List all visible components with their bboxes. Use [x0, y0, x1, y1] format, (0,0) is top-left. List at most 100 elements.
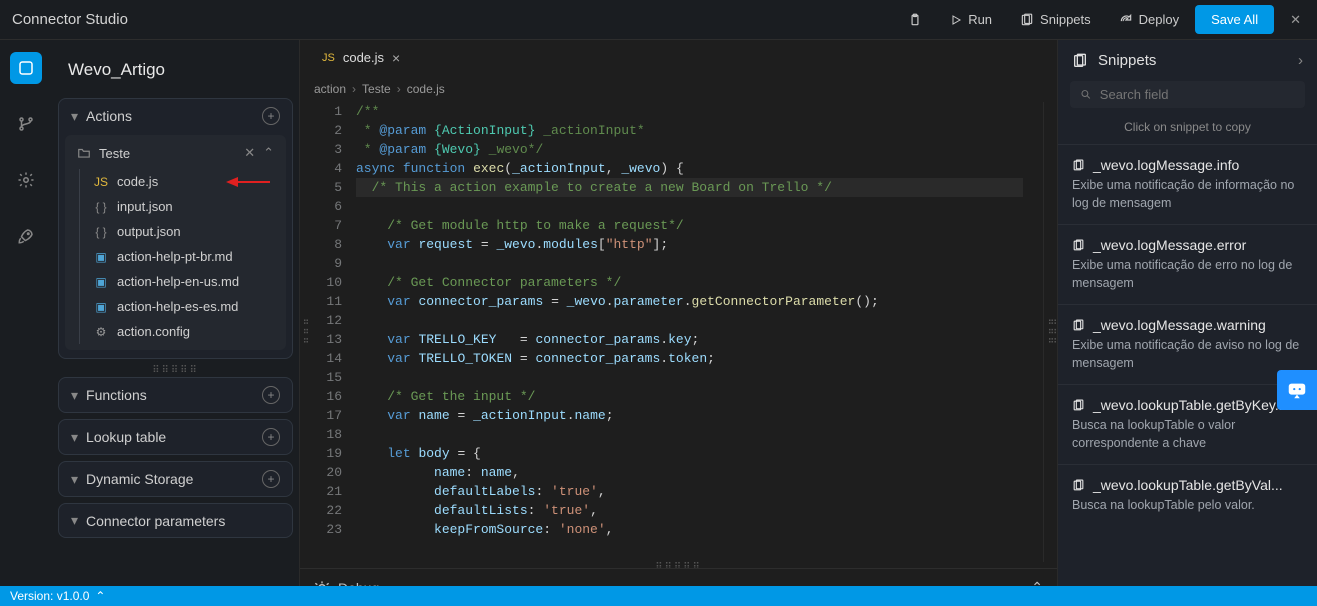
file-tree: JS code.js { } input.json { } output.json ▣ act…	[71, 167, 280, 344]
file-name: input.json	[117, 199, 173, 214]
file-name: action.config	[117, 324, 190, 339]
snippet-title: _wevo.lookupTable.getByVal...	[1093, 477, 1283, 493]
file-item[interactable]: { } output.json	[71, 219, 280, 244]
chevron-right-icon[interactable]: ›	[1298, 52, 1303, 69]
panel-conn-params-header[interactable]: ▾ Connector parameters	[59, 504, 292, 537]
git-branch-icon	[17, 115, 35, 133]
project-name: Wevo_Artigo	[58, 48, 293, 92]
tab-code-js[interactable]: JS code.js ×	[308, 40, 414, 76]
right-gutter-handle[interactable]: ⠿⠿⠿	[1043, 102, 1057, 562]
tab-label: code.js	[343, 50, 384, 65]
snippets-button[interactable]: Snippets	[1008, 6, 1103, 33]
tab-close-icon[interactable]: ×	[392, 50, 400, 66]
clipboard-icon	[908, 13, 922, 27]
collapse-action-icon[interactable]: ⌃	[263, 145, 274, 161]
action-card-header[interactable]: Teste ✕ ⌃	[71, 139, 280, 167]
breadcrumb-item[interactable]: action	[314, 82, 346, 96]
folder-icon	[77, 146, 91, 160]
resize-handle[interactable]: ⠿⠿⠿⠿⠿	[58, 365, 293, 371]
add-action-button[interactable]: +	[262, 107, 280, 125]
close-button[interactable]: ✕	[1286, 8, 1305, 32]
clipboard-button[interactable]	[896, 7, 934, 33]
pointer-arrow-icon	[226, 175, 270, 189]
panel-dynamic-header[interactable]: ▾ Dynamic Storage +	[59, 462, 292, 496]
panel-conn-params: ▾ Connector parameters	[58, 503, 293, 538]
save-all-button[interactable]: Save All	[1195, 5, 1274, 34]
activity-bar	[0, 40, 52, 606]
panel-actions-label: Actions	[86, 108, 132, 124]
snippet-item[interactable]: _wevo.logMessage.infoExibe uma notificaç…	[1058, 144, 1317, 224]
snippets-title: Snippets	[1098, 52, 1156, 69]
title-bar: Connector Studio Run Snippets Deploy Sav…	[0, 0, 1317, 40]
file-item[interactable]: JS code.js	[71, 169, 280, 194]
snippet-title: _wevo.lookupTable.getByKey...	[1093, 397, 1287, 413]
line-gutter: 1234567891011121314151617181920212223	[308, 102, 356, 562]
chat-widget-button[interactable]	[1277, 370, 1317, 410]
gear-icon	[17, 171, 35, 189]
file-type-icon: { }	[93, 225, 109, 239]
file-item[interactable]: ⚙action.config	[71, 319, 280, 344]
panel-functions-header[interactable]: ▾ Functions +	[59, 378, 292, 412]
panel-actions: ▾ Actions + Teste ✕ ⌃ JS code.js { } input.…	[58, 98, 293, 359]
status-bar[interactable]: Version: v1.0.0 ⌃	[0, 586, 1317, 606]
file-name: action-help-pt-br.md	[117, 249, 233, 264]
panel-dynamic: ▾ Dynamic Storage +	[58, 461, 293, 497]
file-name: action-help-es-es.md	[117, 299, 238, 314]
file-type-icon: ▣	[93, 250, 109, 264]
file-name: action-help-en-us.md	[117, 274, 239, 289]
file-type-icon: ▣	[93, 300, 109, 314]
file-item[interactable]: ▣ action-help-es-es.md	[71, 294, 280, 319]
snippets-search[interactable]	[1070, 81, 1305, 108]
file-type-icon: JS	[93, 175, 109, 189]
panel-lookup-header[interactable]: ▾ Lookup table +	[59, 420, 292, 454]
add-dynamic-button[interactable]: +	[262, 470, 280, 488]
rail-settings[interactable]	[10, 164, 42, 196]
snippet-item[interactable]: _wevo.lookupTable.getByVal...Busca na lo…	[1058, 464, 1317, 527]
rocket-icon	[17, 227, 35, 245]
file-name: output.json	[117, 224, 181, 239]
snippet-title: _wevo.logMessage.warning	[1093, 317, 1266, 333]
file-type-icon: { }	[93, 200, 109, 214]
panel-dynamic-label: Dynamic Storage	[86, 471, 193, 487]
deploy-icon	[1119, 13, 1133, 27]
copy-icon	[1072, 239, 1085, 252]
panel-lookup-label: Lookup table	[86, 429, 166, 445]
deploy-button[interactable]: Deploy	[1107, 6, 1191, 33]
close-action-icon[interactable]: ✕	[244, 145, 255, 161]
rail-rocket[interactable]	[10, 220, 42, 252]
rail-connector[interactable]	[10, 52, 42, 84]
file-name: code.js	[117, 174, 158, 189]
panel-actions-header[interactable]: ▾ Actions +	[59, 99, 292, 133]
snippet-desc: Exibe uma notificação de aviso no log de…	[1072, 337, 1303, 372]
chevron-down-icon: ▾	[71, 471, 78, 488]
panel-conn-params-label: Connector parameters	[86, 513, 225, 529]
snippet-desc: Exibe uma notificação de informação no l…	[1072, 177, 1303, 212]
breadcrumb-item[interactable]: Teste	[362, 82, 391, 96]
chevron-up-icon[interactable]: ⌃	[95, 589, 105, 603]
file-item[interactable]: ▣ action-help-en-us.md	[71, 269, 280, 294]
chevron-down-icon: ▾	[71, 429, 78, 446]
deploy-label: Deploy	[1139, 12, 1179, 27]
action-name: Teste	[99, 146, 130, 161]
snippet-title: _wevo.logMessage.error	[1093, 237, 1246, 253]
rail-branch[interactable]	[10, 108, 42, 140]
left-gutter-handle[interactable]: ⠿⠿⠿	[300, 102, 308, 562]
breadcrumb[interactable]: action›Teste›code.js	[300, 76, 1057, 102]
snippet-item[interactable]: _wevo.logMessage.errorExibe uma notifica…	[1058, 224, 1317, 304]
snippets-search-input[interactable]	[1100, 87, 1295, 102]
add-function-button[interactable]: +	[262, 386, 280, 404]
snippets-icon	[1020, 13, 1034, 27]
file-type-icon: ▣	[93, 275, 109, 289]
breadcrumb-item[interactable]: code.js	[407, 82, 445, 96]
code-content[interactable]: /** * @param {ActionInput} _actionInput*…	[356, 102, 1043, 562]
run-button[interactable]: Run	[938, 6, 1004, 33]
toolbar: Run Snippets Deploy Save All ✕	[896, 5, 1305, 34]
snippets-panel-header[interactable]: Snippets ›	[1058, 40, 1317, 81]
file-item[interactable]: ▣ action-help-pt-br.md	[71, 244, 280, 269]
add-lookup-button[interactable]: +	[262, 428, 280, 446]
file-item[interactable]: { } input.json	[71, 194, 280, 219]
editor[interactable]: ⠿⠿⠿ 123456789101112131415161718192021222…	[300, 102, 1057, 562]
chevron-down-icon: ▾	[71, 108, 78, 125]
panel-functions-label: Functions	[86, 387, 147, 403]
snippets-panel: Snippets › Click on snippet to copy _wev…	[1057, 40, 1317, 606]
